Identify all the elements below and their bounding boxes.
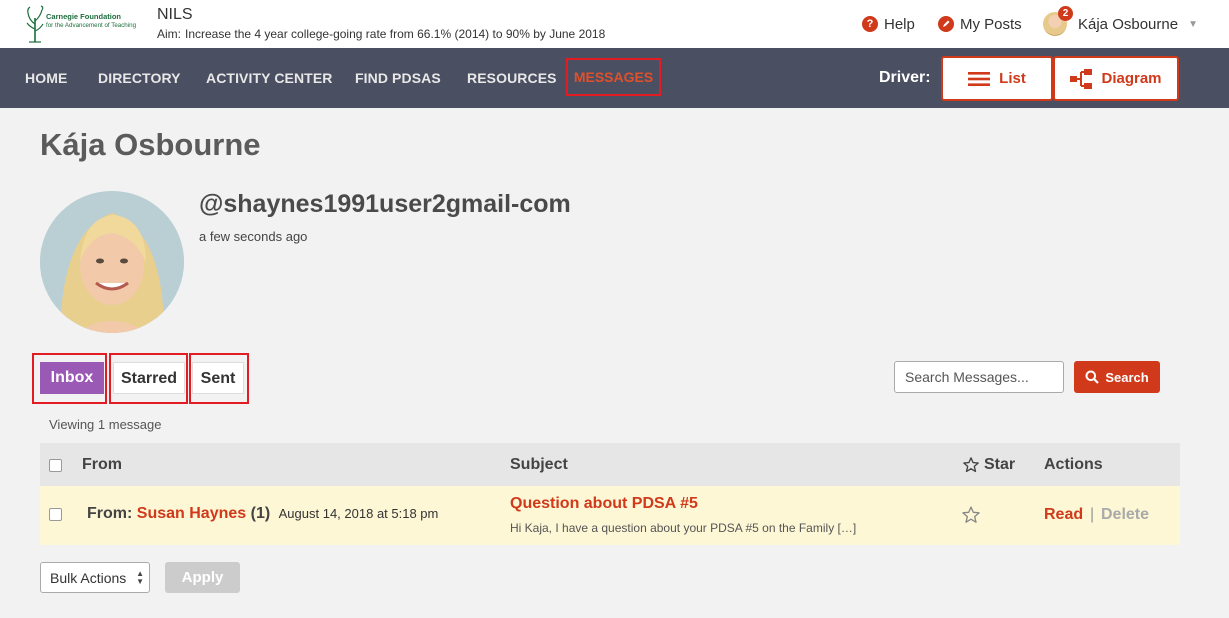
aim-statement: Aim: Increase the 4 year college-going ra… [157,27,605,41]
select-arrows-icon: ▲ ▼ [136,569,144,586]
bulk-actions-label: Bulk Actions [50,569,127,586]
message-count: (1) [250,505,271,522]
tab-sent[interactable]: Sent [192,362,244,394]
tab-starred[interactable]: Starred [113,362,185,394]
user-menu[interactable]: 2 Kája Osbourne ▼ [1043,0,1198,48]
column-from: From [82,456,122,473]
driver-label: Driver: [879,69,931,86]
notification-badge: 2 [1058,6,1073,21]
nav-home[interactable]: HOME [25,48,67,108]
star-outline-icon [962,506,980,523]
select-all-checkbox[interactable] [49,459,62,472]
nav-messages-label: MESSAGES [573,69,654,85]
aim-text: Increase the 4 year college-going rate f… [185,27,606,41]
message-from: From: Susan Haynes (1) August 14, 2018 a… [87,505,438,523]
sender-link[interactable]: Susan Haynes [137,505,246,522]
profile-photo [40,191,184,333]
chevron-down-icon: ▼ [1188,18,1198,30]
top-bar: Carnegie Foundation for the Advancement … [0,0,1229,48]
messages-table-header: From Subject Star Actions [40,443,1180,486]
column-actions: Actions [1044,456,1103,473]
help-label: Help [884,15,915,33]
profile-handle: @shaynes1991user2gmail-com [199,190,571,218]
table-row[interactable]: From: Susan Haynes (1) August 14, 2018 a… [40,486,1180,545]
star-toggle[interactable] [961,505,981,530]
driver-list-button[interactable]: List [941,56,1053,101]
nav-resources[interactable]: RESOURCES [467,48,557,108]
tree-icon [26,5,44,43]
nav-messages[interactable]: MESSAGES [566,58,661,96]
nav-find-pdsas[interactable]: FIND PDSAS [355,48,441,108]
diagram-icon [1070,68,1093,89]
driver-diagram-label: Diagram [1101,70,1162,87]
last-active: a few seconds ago [199,229,308,244]
logo-title: Carnegie Foundation [46,12,121,21]
nav-activity-center[interactable]: ACTIVITY CENTER [206,48,332,108]
search-button-label: Search [1105,369,1149,385]
list-icon [968,71,991,86]
action-separator: | [1090,506,1095,523]
pencil-icon [938,16,954,32]
my-posts-label: My Posts [960,15,1022,33]
avatar: 2 [1043,6,1073,36]
delete-link[interactable]: Delete [1101,506,1149,524]
message-date: August 14, 2018 at 5:18 pm [278,506,439,521]
column-star: Star [962,443,1015,486]
user-name: Kája Osbourne [1078,15,1179,33]
carnegie-logo[interactable]: Carnegie Foundation for the Advancement … [24,4,148,44]
read-link[interactable]: Read [1044,506,1083,524]
from-prefix: From: [87,505,133,522]
apply-button[interactable]: Apply [165,562,240,593]
column-subject: Subject [510,456,568,473]
tab-inbox[interactable]: Inbox [40,362,104,394]
aim-label: Aim: [157,27,181,41]
message-preview: Hi Kaja, I have a question about your PD… [510,521,857,535]
logo-subtitle: for the Advancement of Teaching [46,22,137,29]
page-title: Kája Osbourne [40,127,261,162]
app-name: NILS [157,6,193,23]
my-posts-link[interactable]: My Posts [938,0,1022,48]
driver-diagram-button[interactable]: Diagram [1053,56,1179,101]
search-button[interactable]: Search [1074,361,1160,393]
help-icon: ? [862,16,878,32]
help-link[interactable]: ? Help [862,0,915,48]
search-icon [1085,370,1100,384]
search-input[interactable] [894,361,1064,393]
bulk-actions-select[interactable]: Bulk Actions ▲ ▼ [40,562,150,593]
column-star-label: Star [984,456,1016,473]
main-nav: HOME DIRECTORY ACTIVITY CENTER FIND PDSA… [0,48,1229,108]
nav-directory[interactable]: DIRECTORY [98,48,181,108]
message-subject-link[interactable]: Question about PDSA #5 [510,495,698,513]
star-outline-icon [963,456,979,472]
driver-list-label: List [999,70,1026,87]
row-checkbox[interactable] [49,508,62,521]
viewing-count: Viewing 1 message [49,417,162,432]
